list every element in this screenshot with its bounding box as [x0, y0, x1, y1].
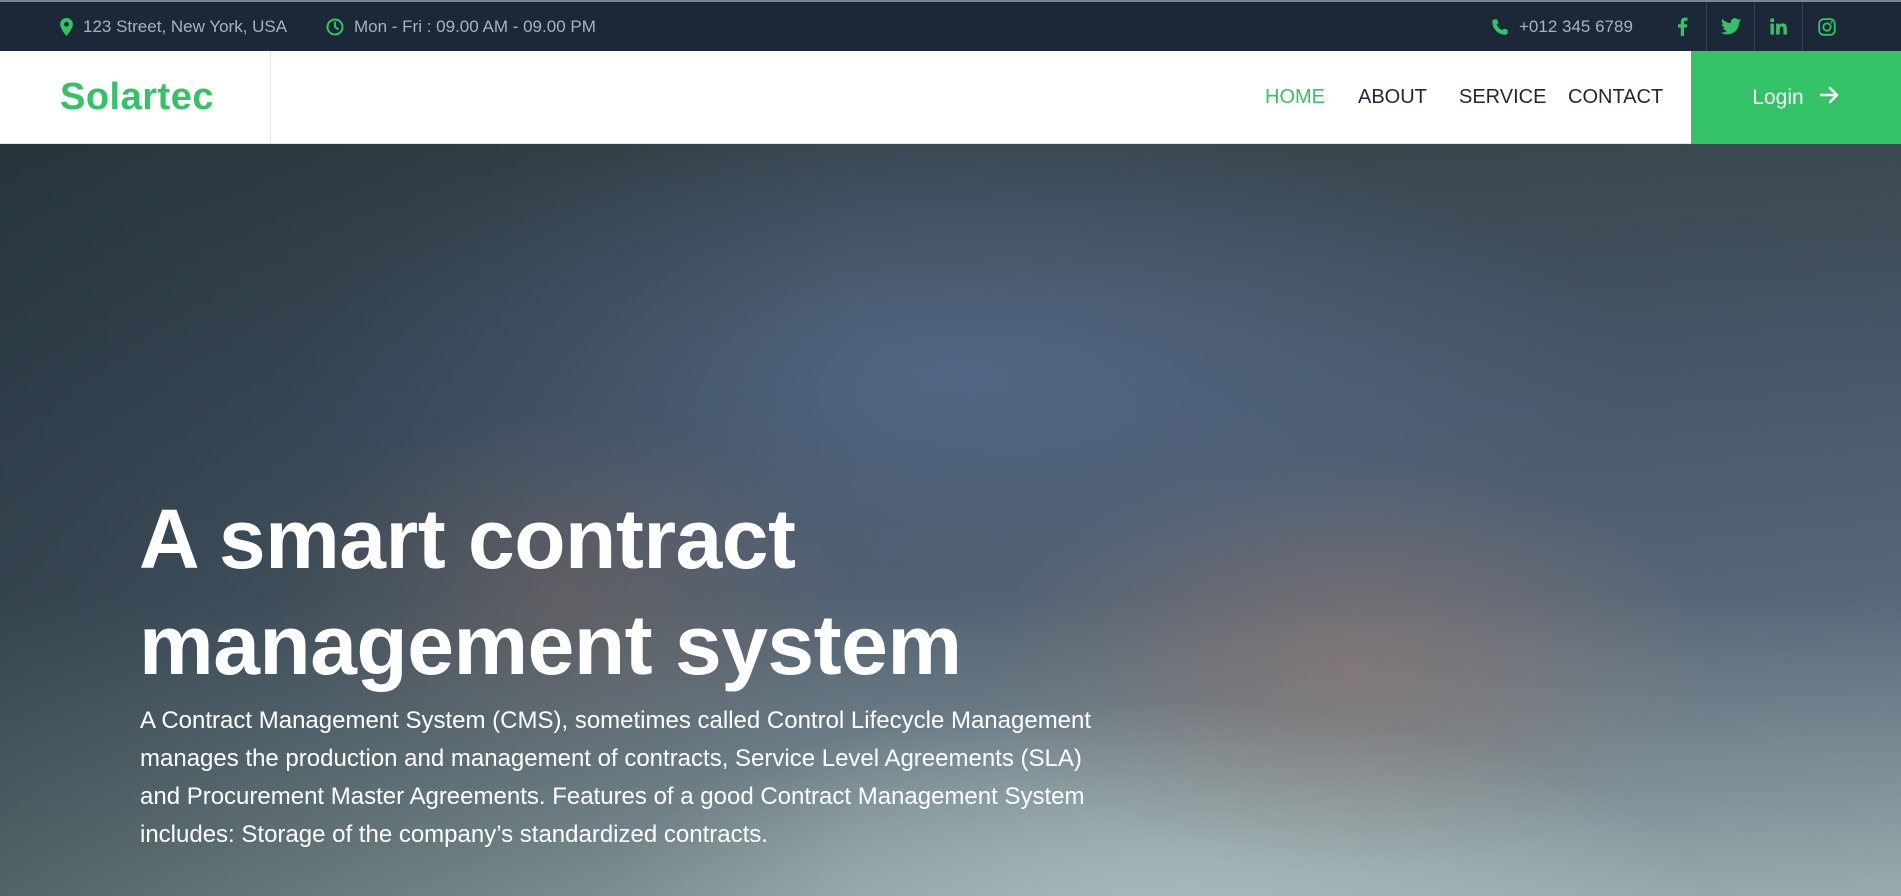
login-label: Login	[1752, 85, 1804, 109]
hero-description-line: A Contract Management System (CMS), some…	[140, 707, 1092, 734]
facebook-icon[interactable]	[1658, 2, 1706, 51]
nav-service[interactable]: SERVICE	[1459, 51, 1546, 144]
top-bar: 123 Street, New York, USA Mon - Fri : 09…	[0, 0, 1901, 51]
hours-info: Mon - Fri : 09.00 AM - 09.00 PM	[326, 2, 596, 51]
phone-icon	[1491, 18, 1509, 36]
arrow-right-icon	[1819, 86, 1840, 110]
nav-contact[interactable]: CONTACT	[1568, 51, 1663, 144]
phone-text: +012 345 6789	[1519, 16, 1633, 36]
main-navbar: Solartec HOME ABOUT SERVICE CONTACT Logi…	[0, 51, 1901, 144]
map-marker-icon	[60, 17, 73, 36]
nav-about[interactable]: ABOUT	[1358, 51, 1427, 144]
hero-title-line1: A smart contract	[139, 492, 796, 586]
hero-section: A smart contract management system A Con…	[0, 144, 1901, 896]
hero-description-line: and Procurement Master Agreements. Featu…	[140, 783, 1085, 810]
nav-home[interactable]: HOME	[1265, 51, 1325, 144]
hero-description-line: includes: Storage of the company’s stand…	[140, 821, 768, 848]
instagram-icon[interactable]	[1802, 2, 1850, 51]
brand-logo[interactable]: Solartec	[0, 51, 271, 144]
twitter-icon[interactable]	[1706, 2, 1754, 51]
hero-description: A Contract Management System (CMS), some…	[140, 702, 1220, 854]
clock-icon	[326, 18, 344, 36]
address-info: 123 Street, New York, USA	[60, 2, 287, 51]
hero-title-line2: management system	[139, 598, 962, 692]
hours-text: Mon - Fri : 09.00 AM - 09.00 PM	[354, 16, 596, 36]
login-button[interactable]: Login	[1691, 51, 1901, 144]
hero-description-line: manages the production and management of…	[140, 745, 1082, 772]
linkedin-icon[interactable]	[1754, 2, 1802, 51]
address-text: 123 Street, New York, USA	[83, 16, 288, 36]
phone-info[interactable]: +012 345 6789	[1491, 2, 1633, 51]
hero-title: A smart contract management system	[139, 486, 1039, 698]
